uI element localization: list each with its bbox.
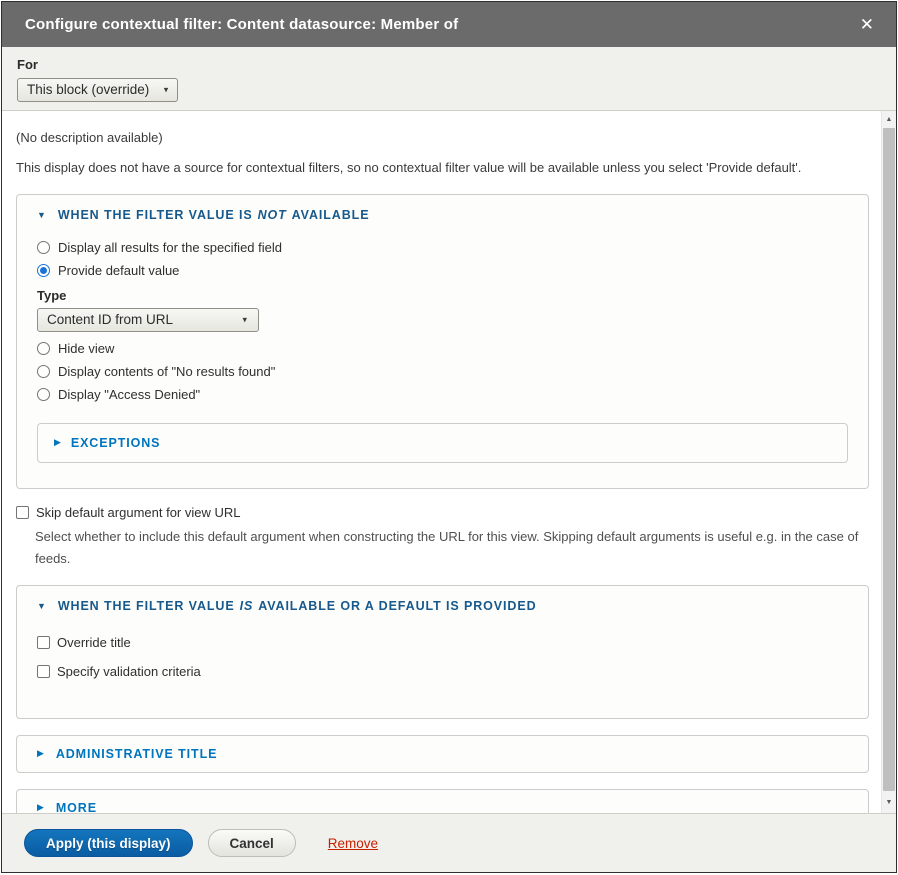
for-display-select-value: This block (override) (27, 82, 149, 97)
radio-label[interactable]: Display all results for the specified fi… (58, 240, 282, 255)
collapse-arrow-icon: ▶ (37, 748, 45, 759)
remove-link[interactable]: Remove (328, 836, 378, 851)
vertical-scrollbar[interactable]: ▲ ▼ (881, 111, 896, 813)
radio-access-denied[interactable] (37, 388, 50, 401)
radio-row-access-denied: Display "Access Denied" (37, 387, 848, 402)
radio-hide-view[interactable] (37, 342, 50, 355)
for-label: For (17, 57, 881, 72)
cancel-button[interactable]: Cancel (208, 829, 296, 857)
radio-no-results[interactable] (37, 365, 50, 378)
dialog-body-content: (No description available) This display … (2, 111, 881, 813)
dialog-titlebar: Configure contextual filter: Content dat… (2, 2, 896, 47)
radio-label[interactable]: Display "Access Denied" (58, 387, 200, 402)
scroll-down-icon[interactable]: ▼ (882, 795, 896, 810)
legend-text: ADMINISTRATIVE TITLE (56, 747, 218, 761)
legend-filter-not-available[interactable]: ▼ WHEN THE FILTER VALUE IS NOT AVAILABLE (37, 208, 848, 222)
radio-label[interactable]: Provide default value (58, 263, 179, 278)
fieldset-exceptions: ▶ EXCEPTIONS (37, 423, 848, 463)
legend-text: WHEN THE FILTER VALUE (58, 599, 235, 613)
radio-row-display-all: Display all results for the specified fi… (37, 240, 848, 255)
legend-emphasis: NOT (258, 208, 287, 222)
checkbox-specify-validation[interactable] (37, 665, 50, 678)
legend-text: AVAILABLE OR A DEFAULT IS PROVIDED (258, 599, 536, 613)
checkbox-row-validation: Specify validation criteria (37, 664, 848, 679)
legend-administrative-title[interactable]: ▶ ADMINISTRATIVE TITLE (37, 747, 848, 761)
no-description-text: (No description available) (16, 128, 869, 148)
skip-default-row: Skip default argument for view URL (16, 505, 869, 520)
legend-exceptions[interactable]: ▶ EXCEPTIONS (54, 436, 831, 450)
checkbox-label[interactable]: Specify validation criteria (57, 664, 201, 679)
checkbox-label[interactable]: Skip default argument for view URL (36, 505, 240, 520)
collapse-arrow-icon: ▼ (37, 210, 47, 220)
fieldset-filter-not-available: ▼ WHEN THE FILTER VALUE IS NOT AVAILABLE… (16, 194, 869, 489)
skip-default-description: Select whether to include this default a… (35, 526, 865, 569)
checkbox-skip-default[interactable] (16, 506, 29, 519)
legend-text: EXCEPTIONS (71, 436, 161, 450)
dialog-title: Configure contextual filter: Content dat… (25, 16, 856, 33)
fieldset-administrative-title: ▶ ADMINISTRATIVE TITLE (16, 735, 869, 773)
display-note-text: This display does not have a source for … (16, 158, 869, 178)
fieldset-more: ▶ MORE (16, 789, 869, 813)
apply-button[interactable]: Apply (this display) (24, 829, 193, 857)
scrollbar-thumb[interactable] (883, 128, 895, 791)
legend-more[interactable]: ▶ MORE (37, 801, 848, 813)
for-display-select[interactable]: This block (override) ▾ (17, 78, 178, 102)
radio-label[interactable]: Display contents of "No results found" (58, 364, 275, 379)
collapse-arrow-icon: ▶ (37, 802, 45, 813)
type-label: Type (37, 288, 848, 303)
configure-contextual-filter-dialog: Configure contextual filter: Content dat… (1, 1, 897, 873)
legend-text: WHEN THE FILTER VALUE IS (58, 208, 253, 222)
default-type-select[interactable]: Content ID from URL ▾ (37, 308, 259, 332)
legend-text: MORE (56, 801, 97, 813)
collapse-arrow-icon: ▼ (37, 601, 47, 611)
legend-filter-available[interactable]: ▼ WHEN THE FILTER VALUE IS AVAILABLE OR … (37, 599, 848, 613)
checkbox-label[interactable]: Override title (57, 635, 131, 650)
select-arrow-icon: ▾ (242, 315, 247, 326)
default-type-select-value: Content ID from URL (47, 312, 173, 327)
legend-emphasis: IS (240, 599, 254, 613)
checkbox-row-override-title: Override title (37, 635, 848, 650)
radio-row-hide-view: Hide view (37, 341, 848, 356)
radio-row-no-results: Display contents of "No results found" (37, 364, 848, 379)
radio-label[interactable]: Hide view (58, 341, 114, 356)
scroll-up-icon[interactable]: ▲ (882, 112, 896, 127)
dialog-footer: Apply (this display) Cancel Remove (2, 813, 896, 872)
select-arrow-icon: ▾ (164, 84, 169, 95)
checkbox-override-title[interactable] (37, 636, 50, 649)
legend-text: AVAILABLE (292, 208, 370, 222)
for-section: For This block (override) ▾ (2, 47, 896, 111)
radio-provide-default[interactable] (37, 264, 50, 277)
radio-display-all[interactable] (37, 241, 50, 254)
close-icon[interactable]: ✕ (856, 14, 878, 35)
radio-row-provide-default: Provide default value (37, 263, 848, 278)
collapse-arrow-icon: ▶ (54, 437, 62, 448)
fieldset-filter-available: ▼ WHEN THE FILTER VALUE IS AVAILABLE OR … (16, 585, 869, 719)
dialog-body: (No description available) This display … (2, 111, 896, 813)
